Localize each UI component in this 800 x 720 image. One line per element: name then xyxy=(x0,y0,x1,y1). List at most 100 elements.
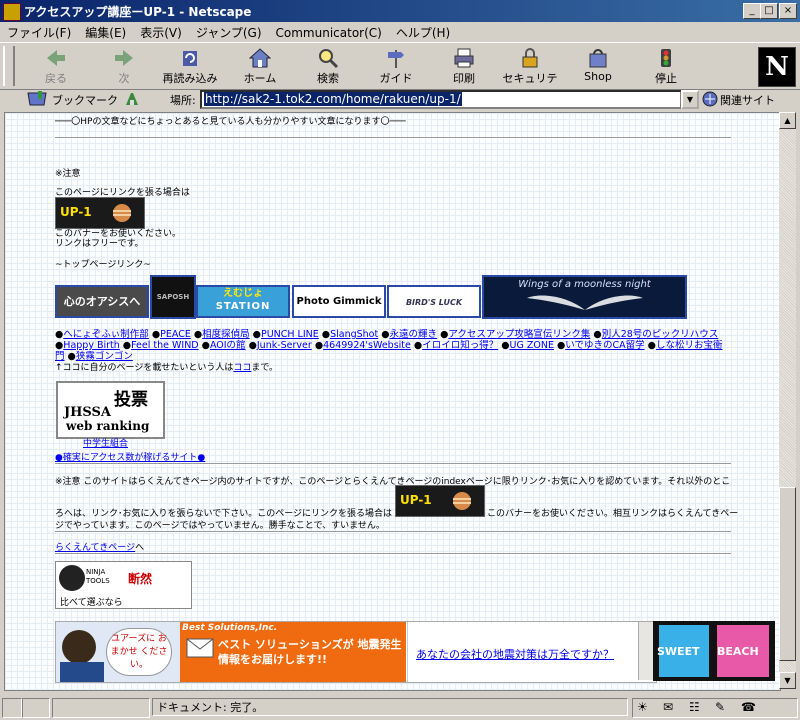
minimize-button[interactable]: _ xyxy=(743,3,761,19)
jupiter-planet-icon xyxy=(113,204,131,222)
wings-moonless-night-banner[interactable]: Wings of a moonless night xyxy=(482,275,687,319)
site-link[interactable]: Junk-Server xyxy=(257,340,312,351)
site-link[interactable]: 永遠の輝き xyxy=(390,329,438,340)
navigator-icon[interactable]: ☀ xyxy=(637,700,648,714)
status-text: ドキュメント: 完了。 xyxy=(152,698,628,716)
stop-icon xyxy=(661,49,671,67)
ad-person-image: ユアーズに おまかせ ください。 xyxy=(56,622,180,682)
site-link[interactable]: 4649924'sWebsite xyxy=(323,340,411,351)
close-button[interactable]: × xyxy=(779,3,797,19)
site-link[interactable]: イロイロ知っ得？ xyxy=(422,340,498,351)
padlock-icon xyxy=(522,48,538,68)
toplink-header: ~トップページリンク~ xyxy=(55,260,151,270)
up1-banner[interactable]: UP-1 xyxy=(55,197,145,229)
intro-line: ───〇HPの文章などにちょっとあると見ている人も分かりやすい文章になります〇─… xyxy=(55,117,406,127)
forward-button[interactable]: 次 xyxy=(92,47,156,87)
site-links-list: ●へにょぞふぃ制作部 ●PEACE ●相度探偵局 ●PUNCH LINE ●Sl… xyxy=(55,329,723,362)
component-bar: ☀ ✉ ☷ ✎ ☎ xyxy=(632,698,798,718)
sure-access-link[interactable]: ●確実にアクセス数が稼げるサイト● xyxy=(55,450,205,463)
advertisement-banner[interactable]: ユアーズに おまかせ ください。 Best Solutions,Inc. ベスト… xyxy=(55,621,657,683)
toolbar-grip[interactable] xyxy=(3,46,15,86)
site-link[interactable]: Feel the WIND xyxy=(131,340,199,351)
site-link[interactable]: AOIの館 xyxy=(210,340,246,351)
menu-view[interactable]: 表示(V) xyxy=(133,22,189,41)
reload-icon xyxy=(183,51,197,66)
back-button[interactable]: 戻る xyxy=(24,47,88,87)
photo-gimmick-banner[interactable]: Photo Gimmick xyxy=(292,285,386,318)
maximize-button[interactable]: □ xyxy=(760,3,778,19)
site-link[interactable]: アクセスアップ攻略宣伝リンク集 xyxy=(448,329,590,340)
address-book-icon[interactable]: ☎ xyxy=(741,700,756,714)
url-text: http://sak2-1.tok2.com/home/rakuen/up-1/ xyxy=(204,92,462,106)
mail-icon[interactable]: ✉ xyxy=(663,700,673,714)
scroll-up-arrow[interactable]: ▲ xyxy=(779,112,796,129)
status-bar: ドキュメント: 完了。 ☀ ✉ ☷ ✎ ☎ xyxy=(0,695,800,720)
emujo-station-banner[interactable]: えむじょ STATION xyxy=(196,285,290,318)
notice2-line3: ジでやっています。このページではやっていません。勝手なことで、すいません。 xyxy=(55,521,385,531)
progress-bar xyxy=(52,698,150,718)
ad-question-panel: あなたの会社の地震対策は万全ですか？ xyxy=(407,622,638,682)
bookmark-icon[interactable] xyxy=(26,91,48,107)
jhssa-caption-link[interactable]: 中学生組合 xyxy=(83,436,128,449)
menu-file[interactable]: ファイル(F) xyxy=(0,22,78,41)
home-button[interactable]: ホーム xyxy=(228,47,292,87)
site-link[interactable]: SlangShot xyxy=(330,329,378,340)
kokoro-oasis-banner[interactable]: 心のオアシスへ xyxy=(55,285,149,318)
related-sites-icon[interactable] xyxy=(702,91,718,107)
shop-button[interactable]: Shop xyxy=(566,47,630,87)
site-link[interactable]: 相度探偵局 xyxy=(202,329,250,340)
window-title: アクセスアップ講座ーUP-1 - Netscape xyxy=(24,5,252,19)
page-proxy-icon[interactable] xyxy=(124,91,140,107)
navigation-toolbar: 戻る 次 再読み込み ホーム 検索 ガイド 印刷 セキュリティ Shop 停止 … xyxy=(0,42,800,101)
location-label: 場所: xyxy=(170,94,196,107)
scroll-down-arrow[interactable]: ▼ xyxy=(779,672,796,689)
bookmarks-button[interactable]: ブックマーク xyxy=(52,92,118,108)
rakuen-link[interactable]: らくえんてきページ xyxy=(55,543,135,553)
scroll-thumb[interactable] xyxy=(779,487,796,661)
menu-edit[interactable]: 編集(E) xyxy=(78,22,133,41)
security-button[interactable]: セキュリティ xyxy=(498,47,562,101)
shop-icon xyxy=(589,49,607,68)
menu-help[interactable]: ヘルプ(H) xyxy=(389,22,457,41)
reload-button[interactable]: 再読み込み xyxy=(158,47,222,87)
connection-icon xyxy=(22,698,50,718)
related-sites-button[interactable]: 関連サイト xyxy=(720,92,775,108)
site-link[interactable]: 別人28号のピックリハウス xyxy=(602,329,719,340)
guide-button[interactable]: ガイド xyxy=(364,47,428,87)
ad-headline-panel: Best Solutions,Inc. ベスト ソリューションズが 地震発生情報… xyxy=(180,622,406,682)
site-link[interactable]: へにょぞふぃ制作部 xyxy=(63,329,149,340)
composer-icon[interactable]: ✎ xyxy=(715,700,725,714)
site-link[interactable]: PUNCH LINE xyxy=(261,329,319,340)
site-link[interactable]: PEACE xyxy=(160,329,191,340)
link-free-text: リンクはフリーです。 xyxy=(55,239,144,249)
search-icon xyxy=(319,49,339,69)
birds-luck-banner[interactable]: BIRD'S LUCK xyxy=(387,285,481,318)
sweet-beach-banner[interactable]: SWEET BEACH xyxy=(653,621,775,681)
netscape-logo[interactable]: N xyxy=(758,47,796,87)
site-link[interactable]: UG ZONE xyxy=(510,340,554,351)
newsgroups-icon[interactable]: ☷ xyxy=(689,700,700,714)
want-listed-link[interactable]: ココ xyxy=(233,363,251,373)
ad-question-link[interactable]: あなたの会社の地震対策は万全ですか？ xyxy=(416,646,614,662)
site-link[interactable]: いでゆきのCA留学 xyxy=(565,340,644,351)
envelope-icon xyxy=(186,638,214,658)
menu-communicator[interactable]: Communicator(C) xyxy=(269,24,389,40)
menu-go[interactable]: ジャンプ(G) xyxy=(189,22,269,41)
wings-icon xyxy=(526,295,643,310)
site-link[interactable]: Happy Birth xyxy=(63,340,119,351)
vertical-scrollbar[interactable]: ▲ ▼ xyxy=(779,112,796,689)
jhssa-ranking-banner[interactable]: 投票 JHSSA web ranking xyxy=(56,381,165,439)
saposh-banner[interactable]: SAPOSH xyxy=(150,275,196,319)
jupiter-planet-icon xyxy=(453,492,471,510)
print-button[interactable]: 印刷 xyxy=(432,47,496,87)
url-field[interactable]: http://sak2-1.tok2.com/home/rakuen/up-1/ xyxy=(200,90,682,109)
search-button[interactable]: 検索 xyxy=(296,47,360,87)
guide-signpost-icon xyxy=(388,50,404,68)
netscape-app-icon[interactable] xyxy=(3,3,21,21)
up1-banner-2[interactable]: UP-1 xyxy=(395,485,485,517)
rakuen-link-line: らくえんてきページへ xyxy=(55,543,145,553)
back-arrow-icon xyxy=(47,50,65,66)
stop-button[interactable]: 停止 xyxy=(634,47,698,87)
url-dropdown-arrow[interactable]: ▼ xyxy=(681,90,699,109)
ninja-tools-banner[interactable]: NINJA TOOLS 断然 比べて選ぶなら xyxy=(55,561,192,609)
